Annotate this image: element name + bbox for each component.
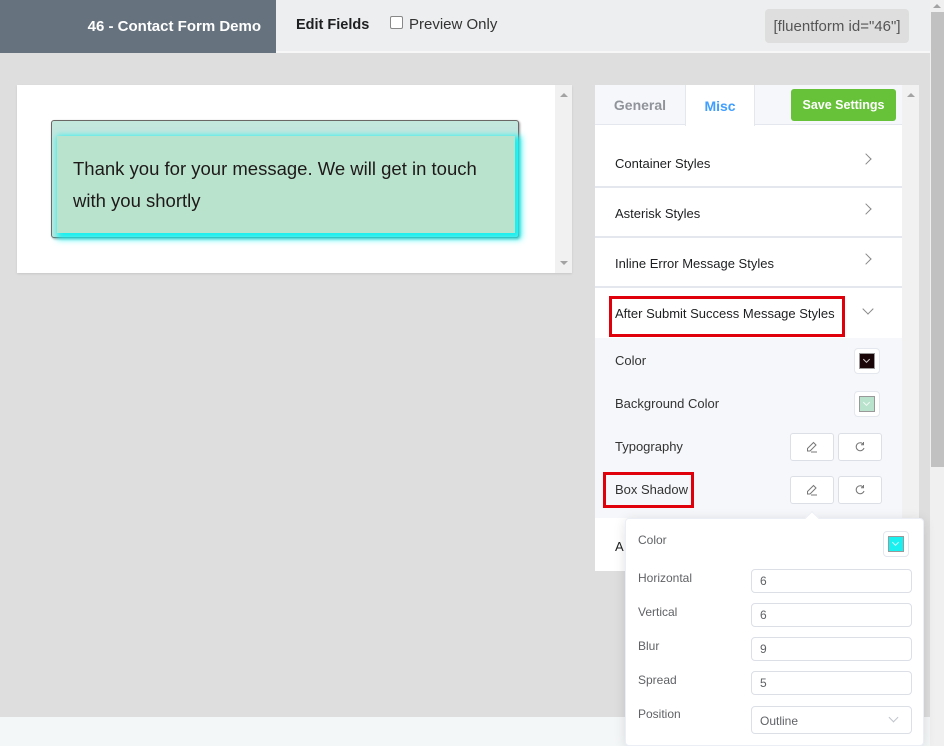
scroll-up-arrow-icon[interactable]	[560, 93, 568, 97]
scroll-up-arrow-icon[interactable]	[933, 4, 941, 8]
form-preview-panel: Thank you for your message. We will get …	[17, 85, 572, 273]
typography-edit-button[interactable]	[790, 433, 834, 461]
chevron-right-icon	[860, 203, 872, 215]
blur-input[interactable]	[751, 637, 912, 661]
shadow-color-picker[interactable]	[883, 531, 909, 557]
refresh-icon	[855, 442, 865, 452]
chevron-down-icon	[891, 538, 900, 547]
horizontal-label: Horizontal	[638, 571, 693, 585]
section-label: Container Styles	[615, 156, 711, 171]
position-value: Outline	[760, 714, 799, 728]
horizontal-input[interactable]	[751, 569, 912, 593]
color-picker[interactable]	[854, 348, 880, 374]
success-message-container: Thank you for your message. We will get …	[51, 120, 519, 238]
box-shadow-edit-button[interactable]	[790, 476, 834, 504]
vertical-input[interactable]	[751, 603, 912, 627]
section-label: Asterisk Styles	[615, 206, 701, 221]
highlight-box	[603, 472, 694, 508]
chevron-down-icon	[862, 303, 874, 315]
success-message: Thank you for your message. We will get …	[57, 136, 515, 233]
color-swatch	[859, 396, 875, 412]
section-label: A	[615, 539, 624, 554]
section-inline-error-styles[interactable]: Inline Error Message Styles	[595, 240, 902, 288]
preview-only-label: Preview Only	[409, 16, 498, 33]
spread-input[interactable]	[751, 671, 912, 695]
preview-only-checkbox[interactable]	[390, 16, 403, 29]
edit-fields-link[interactable]: Edit Fields	[296, 17, 369, 33]
preview-only-toggle[interactable]: Preview Only	[390, 16, 497, 33]
top-bar: 46 - Contact Form Demo Edit Fields Previ…	[0, 0, 930, 53]
success-message-style-options: Color Background Color Typography Box Sh…	[595, 338, 902, 518]
shadow-color-label: Color	[638, 533, 667, 547]
chevron-down-icon	[862, 398, 871, 407]
highlight-box	[609, 296, 845, 337]
position-select[interactable]: Outline	[751, 706, 912, 734]
spread-label: Spread	[638, 673, 677, 687]
settings-tabs: General Misc Save Settings	[595, 85, 902, 126]
background-color-picker[interactable]	[854, 391, 880, 417]
section-container-styles[interactable]: Container Styles	[595, 140, 902, 188]
typography-label: Typography	[615, 439, 683, 454]
chevron-right-icon	[860, 253, 872, 265]
refresh-icon	[855, 485, 865, 495]
save-settings-button[interactable]: Save Settings	[791, 89, 896, 121]
pencil-icon	[807, 484, 817, 496]
form-title: 46 - Contact Form Demo	[0, 0, 276, 53]
color-label: Color	[615, 353, 647, 368]
box-shadow-popover: Color Horizontal Vertical Blur Spread Po…	[625, 510, 924, 746]
chevron-down-icon	[862, 355, 871, 364]
chevron-right-icon	[860, 153, 872, 165]
shortcode-display[interactable]: [fluentform id="46"]	[765, 9, 909, 43]
page-scrollbar[interactable]	[930, 0, 944, 746]
scroll-down-arrow-icon[interactable]	[560, 261, 568, 265]
box-shadow-reset-button[interactable]	[838, 476, 882, 504]
scroll-up-arrow-icon[interactable]	[907, 93, 915, 97]
style-settings-panel: General Misc Save Settings Container Sty…	[595, 85, 902, 571]
color-swatch	[888, 536, 904, 552]
chevron-down-icon	[888, 712, 899, 723]
blur-label: Blur	[638, 639, 660, 653]
typography-reset-button[interactable]	[838, 433, 882, 461]
section-success-message-styles[interactable]: After Submit Success Message Styles	[595, 290, 902, 338]
scrollbar-thumb[interactable]	[931, 12, 944, 467]
position-label: Position	[638, 707, 681, 721]
section-label: Inline Error Message Styles	[615, 256, 774, 271]
section-asterisk-styles[interactable]: Asterisk Styles	[595, 190, 902, 238]
tab-misc[interactable]: Misc	[685, 85, 755, 126]
color-swatch	[859, 353, 875, 369]
vertical-label: Vertical	[638, 605, 678, 619]
background-color-label: Background Color	[615, 396, 720, 411]
preview-scrollbar[interactable]	[555, 85, 572, 273]
tab-general[interactable]: General	[595, 85, 685, 125]
pencil-icon	[807, 441, 817, 453]
